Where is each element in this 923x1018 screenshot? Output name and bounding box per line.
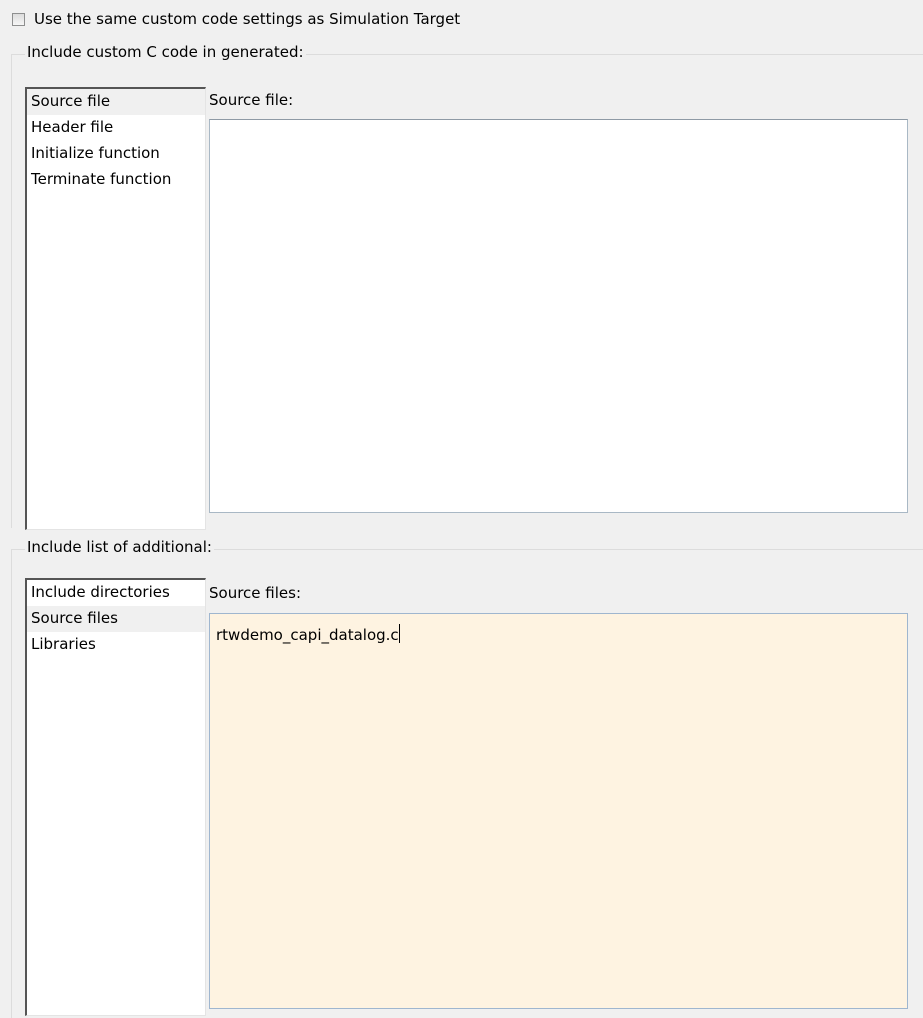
source-files-editor[interactable]: rtwdemo_capi_datalog.c <box>209 613 908 1009</box>
custom-code-category-list[interactable]: Source file Header file Initialize funct… <box>25 87 206 530</box>
custom-code-group: Include custom C code in generated: Sour… <box>11 43 923 530</box>
list-item-terminate-function[interactable]: Terminate function <box>27 167 205 193</box>
source-files-label: Source files: <box>209 584 301 602</box>
source-file-label: Source file: <box>209 91 294 109</box>
list-item-source-file[interactable]: Source file <box>27 89 205 115</box>
list-item-libraries[interactable]: Libraries <box>27 632 205 658</box>
additional-list-group: Include list of additional: Include dire… <box>11 538 923 1018</box>
custom-code-pane: Use the same custom code settings as Sim… <box>0 0 923 1018</box>
additional-list-legend: Include list of additional: <box>25 538 214 556</box>
custom-code-legend: Include custom C code in generated: <box>25 43 306 61</box>
list-item-source-files[interactable]: Source files <box>27 606 205 632</box>
source-file-content <box>210 120 907 130</box>
source-files-content: rtwdemo_capi_datalog.c <box>216 626 399 644</box>
list-item-header-file[interactable]: Header file <box>27 115 205 141</box>
same-settings-label[interactable]: Use the same custom code settings as Sim… <box>34 10 460 28</box>
additional-category-list[interactable]: Include directories Source files Librari… <box>25 578 206 1016</box>
same-settings-option[interactable]: Use the same custom code settings as Sim… <box>12 9 460 29</box>
source-file-editor[interactable] <box>209 119 908 513</box>
same-settings-checkbox[interactable] <box>12 12 25 26</box>
list-item-initialize-function[interactable]: Initialize function <box>27 141 205 167</box>
text-caret <box>398 624 400 643</box>
list-item-include-directories[interactable]: Include directories <box>27 580 205 606</box>
source-files-content-line: rtwdemo_capi_datalog.c <box>210 614 907 644</box>
